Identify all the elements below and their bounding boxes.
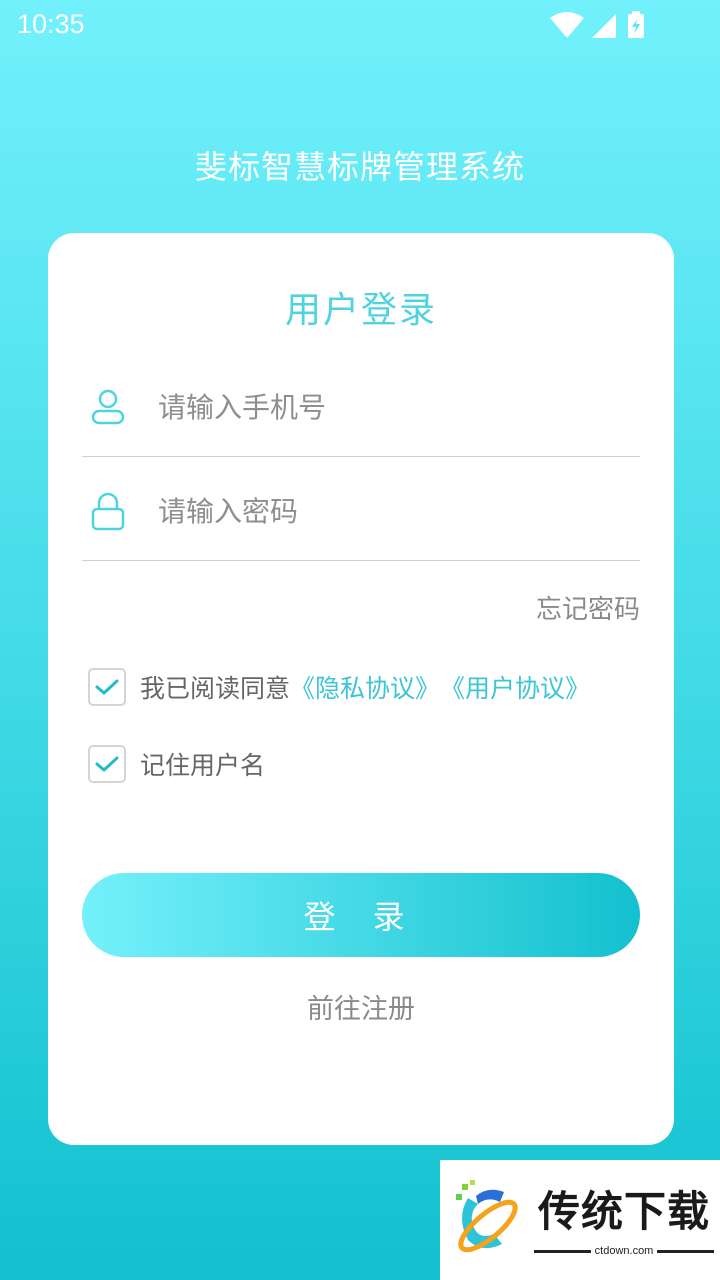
user-agreement-link[interactable]: 《用户协议》	[440, 669, 590, 705]
signal-icon	[592, 14, 616, 38]
wifi-icon	[550, 12, 584, 38]
lock-icon	[91, 492, 125, 531]
login-card: 用户登录 忘记密码 我已阅读同意《隐私协议》《用户协议》 记住用户名	[48, 233, 674, 1145]
register-link[interactable]: 前往注册	[48, 987, 674, 1026]
agree-row: 我已阅读同意 《隐私协议》 《用户协议》	[88, 667, 590, 707]
watermark-logo-icon	[456, 1180, 518, 1253]
login-button[interactable]: 登 录	[82, 873, 640, 957]
status-icons	[550, 11, 644, 38]
password-field	[82, 461, 640, 561]
watermark-url: ctdown.com	[594, 1245, 654, 1257]
agree-text: 我已阅读同意	[140, 674, 291, 703]
check-icon	[95, 756, 119, 772]
privacy-link[interactable]: 《隐私协议》	[290, 669, 440, 705]
check-icon	[95, 679, 119, 695]
battery-icon	[628, 11, 644, 38]
watermark: 传统下载 ctdown.com	[440, 1160, 720, 1280]
phone-input[interactable]	[158, 381, 628, 433]
user-icon	[91, 389, 125, 425]
remember-checkbox[interactable]	[88, 745, 126, 783]
remember-label: 记住用户名	[140, 751, 266, 780]
status-time: 10:35	[17, 9, 85, 39]
app-title: 斐标智慧标牌管理系统	[194, 148, 525, 186]
watermark-name: 传统下载	[537, 1187, 710, 1236]
forgot-password-link[interactable]: 忘记密码	[536, 589, 640, 626]
remember-row: 记住用户名	[88, 744, 265, 784]
login-title: 用户登录	[284, 290, 437, 331]
agree-checkbox[interactable]	[88, 668, 126, 706]
phone-field	[82, 357, 640, 457]
status-bar: 10:35	[0, 0, 720, 50]
password-input[interactable]	[158, 485, 628, 537]
